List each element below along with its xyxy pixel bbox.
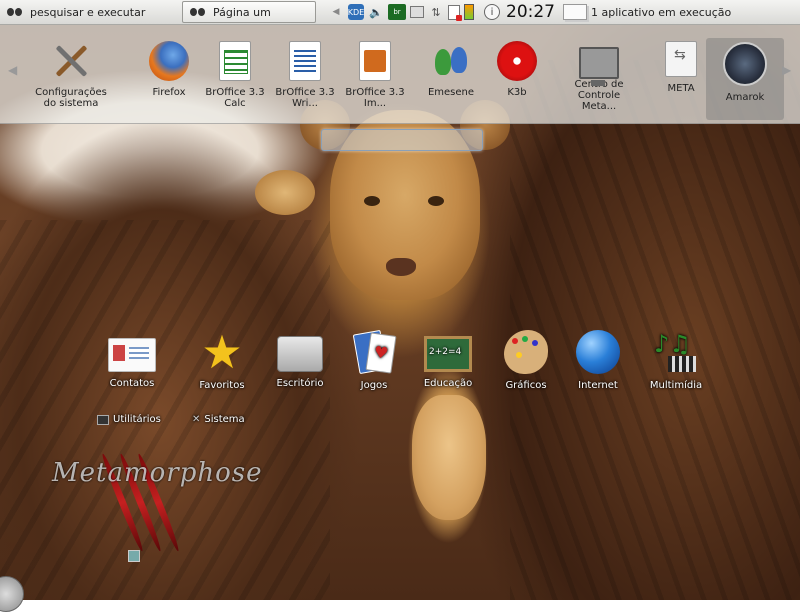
category-label: Jogos bbox=[360, 380, 388, 391]
category-education[interactable]: Educação bbox=[408, 330, 488, 389]
star-icon: ★ bbox=[201, 325, 243, 379]
favorites-launcher: ◀ Configurações do sistema Firefox BrOff… bbox=[0, 25, 800, 124]
category-favorites[interactable]: ★ Favoritos bbox=[182, 325, 262, 391]
shortcut-label: Utilitários bbox=[113, 414, 161, 425]
category-internet[interactable]: Internet bbox=[558, 330, 638, 391]
usb-drive-icon bbox=[665, 41, 697, 77]
category-games[interactable]: Jogos bbox=[334, 330, 414, 391]
search-and-run-label: pesquisar e executar bbox=[30, 5, 146, 19]
category-label: Educação bbox=[423, 378, 473, 389]
clock[interactable]: 20:27 bbox=[506, 2, 555, 22]
launcher-item-label: Firefox bbox=[152, 87, 186, 98]
launcher-item-label: BrOffice 3.3 Calc bbox=[205, 87, 265, 109]
launcher-item-label: Configurações do sistema bbox=[35, 87, 107, 109]
launcher-item-calc[interactable]: BrOffice 3.3 Calc bbox=[196, 41, 274, 109]
launcher-item-label: Amarok bbox=[725, 92, 765, 103]
category-label: Gráficos bbox=[505, 380, 547, 391]
launcher-item-impress[interactable]: BrOffice 3.3 Im... bbox=[336, 41, 414, 109]
launcher-item-writer[interactable]: BrOffice 3.3 Wri... bbox=[266, 41, 344, 109]
window-icon[interactable] bbox=[563, 4, 587, 20]
info-icon[interactable]: i bbox=[484, 4, 500, 20]
wallpaper-lion-paw bbox=[412, 395, 486, 520]
category-office[interactable]: Escritório bbox=[260, 330, 340, 389]
desktop-icon[interactable] bbox=[128, 550, 140, 562]
binoculars-icon bbox=[189, 7, 207, 17]
globe-icon bbox=[576, 330, 620, 374]
wallpaper-lion-eye bbox=[428, 196, 444, 206]
scroll-left-icon[interactable]: ◀ bbox=[8, 63, 17, 77]
contacts-icon bbox=[108, 338, 156, 372]
category-label: Escritório bbox=[276, 378, 324, 389]
chalkboard-icon bbox=[424, 336, 472, 372]
launcher-item-control-center[interactable]: Centro de Controle Meta... bbox=[560, 41, 638, 112]
usb-icon[interactable] bbox=[428, 4, 444, 20]
multimedia-icon bbox=[654, 330, 698, 374]
k3b-icon bbox=[497, 41, 537, 81]
category-label: Contatos bbox=[109, 378, 155, 389]
wallpaper-lion-eye bbox=[364, 196, 380, 206]
launcher-item-label: K3b bbox=[507, 87, 527, 98]
control-center-icon bbox=[579, 47, 619, 86]
category-contacts[interactable]: Contatos bbox=[92, 330, 172, 389]
palette-icon bbox=[504, 330, 548, 374]
monitor-icon bbox=[97, 414, 109, 425]
tools-icon: ✕ bbox=[192, 414, 201, 425]
metamorphose-logo: Metamorphose bbox=[52, 458, 263, 488]
top-panel: pesquisar e executar Página um KDE br i … bbox=[0, 0, 800, 25]
category-label: Internet bbox=[578, 380, 618, 391]
shortcut-label: Sistema bbox=[204, 414, 245, 425]
category-multimedia[interactable]: Multimídia bbox=[636, 330, 716, 391]
page-selector-button[interactable]: Página um bbox=[182, 1, 316, 23]
search-input[interactable] bbox=[321, 129, 483, 151]
firefox-icon bbox=[149, 41, 189, 81]
battery-icon[interactable] bbox=[464, 4, 474, 20]
impress-icon bbox=[359, 41, 391, 81]
launcher-item-system-settings[interactable]: Configurações do sistema bbox=[32, 41, 110, 109]
emesene-icon bbox=[431, 41, 471, 81]
search-and-run-button[interactable]: pesquisar e executar bbox=[6, 2, 166, 22]
shortcut-utilities[interactable]: Utilitários bbox=[97, 414, 161, 425]
scroll-right-icon[interactable]: ▶ bbox=[782, 63, 791, 77]
category-label: Multimídia bbox=[649, 380, 703, 391]
cards-icon bbox=[352, 330, 396, 374]
previous-icon[interactable] bbox=[328, 4, 344, 20]
category-label: Favoritos bbox=[199, 380, 245, 391]
system-tray: KDE br bbox=[328, 4, 474, 21]
binoculars-icon bbox=[6, 7, 24, 17]
category-graphics[interactable]: Gráficos bbox=[486, 330, 566, 391]
launcher-item-label: BrOffice 3.3 Im... bbox=[345, 87, 405, 109]
launcher-item-label: META bbox=[667, 83, 695, 94]
launcher-item-label: BrOffice 3.3 Wri... bbox=[275, 87, 335, 109]
launcher-item-label: Emesene bbox=[427, 87, 475, 98]
fax-icon bbox=[277, 336, 323, 372]
running-apps-label[interactable]: 1 aplicativo em execução bbox=[591, 6, 731, 19]
volume-icon[interactable] bbox=[368, 4, 384, 20]
kde-icon[interactable]: KDE bbox=[348, 4, 364, 20]
amarok-icon bbox=[723, 42, 767, 86]
launcher-item-amarok[interactable]: Amarok bbox=[706, 38, 784, 120]
wallpaper-lion-paw bbox=[255, 170, 315, 215]
keyboard-layout-icon[interactable]: br bbox=[388, 4, 406, 20]
shortcut-system[interactable]: ✕ Sistema bbox=[192, 414, 245, 425]
network-icon[interactable] bbox=[410, 6, 424, 18]
launcher-item-k3b[interactable]: K3b bbox=[478, 41, 556, 98]
writer-icon bbox=[289, 41, 321, 81]
notes-icon[interactable] bbox=[448, 4, 462, 21]
tools-icon bbox=[51, 41, 91, 81]
wallpaper-lion-nose bbox=[386, 258, 416, 276]
calc-icon bbox=[219, 41, 251, 81]
page-selector-label: Página um bbox=[213, 5, 271, 19]
